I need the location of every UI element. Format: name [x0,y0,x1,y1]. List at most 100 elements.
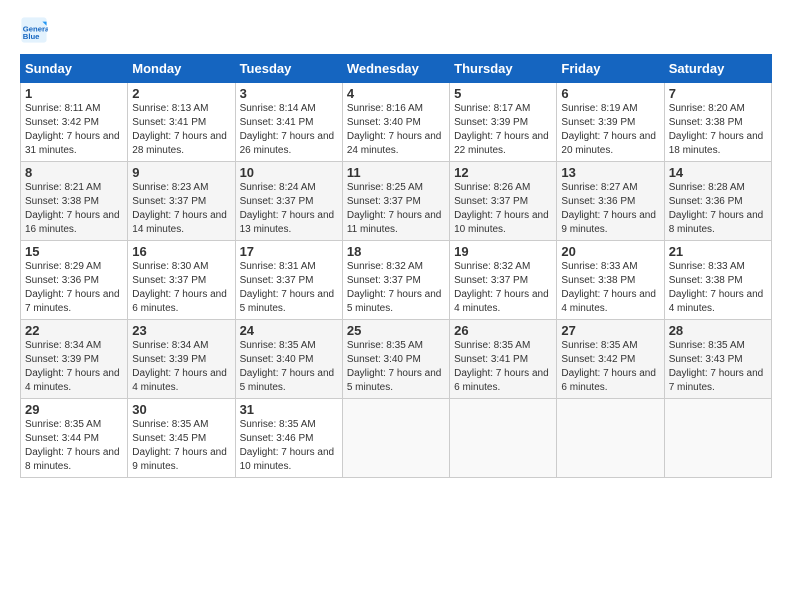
calendar-cell: 29 Sunrise: 8:35 AMSunset: 3:44 PMDaylig… [21,399,128,478]
day-number: 9 [132,165,230,180]
day-number: 12 [454,165,552,180]
calendar-week-row: 29 Sunrise: 8:35 AMSunset: 3:44 PMDaylig… [21,399,772,478]
day-info: Sunrise: 8:16 AMSunset: 3:40 PMDaylight:… [347,103,442,156]
day-info: Sunrise: 8:35 AMSunset: 3:42 PMDaylight:… [561,340,656,393]
calendar-cell: 21 Sunrise: 8:33 AMSunset: 3:38 PMDaylig… [664,241,771,320]
calendar-cell: 25 Sunrise: 8:35 AMSunset: 3:40 PMDaylig… [342,320,449,399]
calendar-cell: 13 Sunrise: 8:27 AMSunset: 3:36 PMDaylig… [557,162,664,241]
calendar-cell: 5 Sunrise: 8:17 AMSunset: 3:39 PMDayligh… [450,83,557,162]
day-number: 25 [347,323,445,338]
day-info: Sunrise: 8:28 AMSunset: 3:36 PMDaylight:… [669,182,764,235]
day-info: Sunrise: 8:35 AMSunset: 3:40 PMDaylight:… [240,340,335,393]
day-info: Sunrise: 8:32 AMSunset: 3:37 PMDaylight:… [454,261,549,314]
calendar-cell: 8 Sunrise: 8:21 AMSunset: 3:38 PMDayligh… [21,162,128,241]
day-number: 30 [132,402,230,417]
day-number: 15 [25,244,123,259]
calendar-table: SundayMondayTuesdayWednesdayThursdayFrid… [20,54,772,478]
day-number: 10 [240,165,338,180]
day-number: 20 [561,244,659,259]
calendar-cell: 12 Sunrise: 8:26 AMSunset: 3:37 PMDaylig… [450,162,557,241]
weekday-header: Thursday [450,55,557,83]
day-number: 21 [669,244,767,259]
svg-text:Blue: Blue [23,32,40,41]
day-number: 19 [454,244,552,259]
day-info: Sunrise: 8:27 AMSunset: 3:36 PMDaylight:… [561,182,656,235]
calendar-cell: 26 Sunrise: 8:35 AMSunset: 3:41 PMDaylig… [450,320,557,399]
weekday-header: Sunday [21,55,128,83]
day-number: 26 [454,323,552,338]
day-info: Sunrise: 8:34 AMSunset: 3:39 PMDaylight:… [25,340,120,393]
day-number: 2 [132,86,230,101]
day-number: 17 [240,244,338,259]
day-info: Sunrise: 8:11 AMSunset: 3:42 PMDaylight:… [25,103,120,156]
day-number: 31 [240,402,338,417]
day-info: Sunrise: 8:20 AMSunset: 3:38 PMDaylight:… [669,103,764,156]
day-info: Sunrise: 8:33 AMSunset: 3:38 PMDaylight:… [561,261,656,314]
calendar-week-row: 8 Sunrise: 8:21 AMSunset: 3:38 PMDayligh… [21,162,772,241]
weekday-header: Monday [128,55,235,83]
day-info: Sunrise: 8:13 AMSunset: 3:41 PMDaylight:… [132,103,227,156]
day-info: Sunrise: 8:35 AMSunset: 3:44 PMDaylight:… [25,419,120,472]
header: General Blue [20,16,772,44]
day-info: Sunrise: 8:23 AMSunset: 3:37 PMDaylight:… [132,182,227,235]
day-number: 18 [347,244,445,259]
day-info: Sunrise: 8:35 AMSunset: 3:40 PMDaylight:… [347,340,442,393]
day-number: 13 [561,165,659,180]
calendar-cell [664,399,771,478]
day-number: 8 [25,165,123,180]
day-info: Sunrise: 8:34 AMSunset: 3:39 PMDaylight:… [132,340,227,393]
logo: General Blue [20,16,52,44]
weekday-header: Wednesday [342,55,449,83]
calendar-week-row: 22 Sunrise: 8:34 AMSunset: 3:39 PMDaylig… [21,320,772,399]
day-info: Sunrise: 8:35 AMSunset: 3:46 PMDaylight:… [240,419,335,472]
day-info: Sunrise: 8:26 AMSunset: 3:37 PMDaylight:… [454,182,549,235]
calendar-cell: 14 Sunrise: 8:28 AMSunset: 3:36 PMDaylig… [664,162,771,241]
day-info: Sunrise: 8:21 AMSunset: 3:38 PMDaylight:… [25,182,120,235]
calendar-cell: 17 Sunrise: 8:31 AMSunset: 3:37 PMDaylig… [235,241,342,320]
calendar-cell: 19 Sunrise: 8:32 AMSunset: 3:37 PMDaylig… [450,241,557,320]
calendar-week-row: 15 Sunrise: 8:29 AMSunset: 3:36 PMDaylig… [21,241,772,320]
calendar-header-row: SundayMondayTuesdayWednesdayThursdayFrid… [21,55,772,83]
day-number: 6 [561,86,659,101]
day-info: Sunrise: 8:31 AMSunset: 3:37 PMDaylight:… [240,261,335,314]
day-info: Sunrise: 8:30 AMSunset: 3:37 PMDaylight:… [132,261,227,314]
day-number: 22 [25,323,123,338]
logo-icon: General Blue [20,16,48,44]
day-number: 11 [347,165,445,180]
day-info: Sunrise: 8:35 AMSunset: 3:43 PMDaylight:… [669,340,764,393]
weekday-header: Tuesday [235,55,342,83]
day-number: 16 [132,244,230,259]
calendar-cell: 31 Sunrise: 8:35 AMSunset: 3:46 PMDaylig… [235,399,342,478]
day-number: 7 [669,86,767,101]
calendar-week-row: 1 Sunrise: 8:11 AMSunset: 3:42 PMDayligh… [21,83,772,162]
calendar-cell [450,399,557,478]
day-info: Sunrise: 8:17 AMSunset: 3:39 PMDaylight:… [454,103,549,156]
day-number: 29 [25,402,123,417]
day-number: 24 [240,323,338,338]
day-info: Sunrise: 8:35 AMSunset: 3:45 PMDaylight:… [132,419,227,472]
calendar-cell: 9 Sunrise: 8:23 AMSunset: 3:37 PMDayligh… [128,162,235,241]
day-info: Sunrise: 8:24 AMSunset: 3:37 PMDaylight:… [240,182,335,235]
day-number: 23 [132,323,230,338]
calendar-cell: 28 Sunrise: 8:35 AMSunset: 3:43 PMDaylig… [664,320,771,399]
day-number: 1 [25,86,123,101]
calendar-cell: 27 Sunrise: 8:35 AMSunset: 3:42 PMDaylig… [557,320,664,399]
day-number: 3 [240,86,338,101]
calendar-cell: 24 Sunrise: 8:35 AMSunset: 3:40 PMDaylig… [235,320,342,399]
day-info: Sunrise: 8:33 AMSunset: 3:38 PMDaylight:… [669,261,764,314]
calendar-cell: 1 Sunrise: 8:11 AMSunset: 3:42 PMDayligh… [21,83,128,162]
calendar-cell: 7 Sunrise: 8:20 AMSunset: 3:38 PMDayligh… [664,83,771,162]
calendar-cell [342,399,449,478]
day-info: Sunrise: 8:19 AMSunset: 3:39 PMDaylight:… [561,103,656,156]
weekday-header: Saturday [664,55,771,83]
calendar-cell: 20 Sunrise: 8:33 AMSunset: 3:38 PMDaylig… [557,241,664,320]
day-number: 27 [561,323,659,338]
day-info: Sunrise: 8:35 AMSunset: 3:41 PMDaylight:… [454,340,549,393]
calendar-cell: 16 Sunrise: 8:30 AMSunset: 3:37 PMDaylig… [128,241,235,320]
calendar-cell: 23 Sunrise: 8:34 AMSunset: 3:39 PMDaylig… [128,320,235,399]
day-info: Sunrise: 8:32 AMSunset: 3:37 PMDaylight:… [347,261,442,314]
calendar-cell: 11 Sunrise: 8:25 AMSunset: 3:37 PMDaylig… [342,162,449,241]
calendar-cell: 2 Sunrise: 8:13 AMSunset: 3:41 PMDayligh… [128,83,235,162]
calendar-cell: 18 Sunrise: 8:32 AMSunset: 3:37 PMDaylig… [342,241,449,320]
day-number: 4 [347,86,445,101]
